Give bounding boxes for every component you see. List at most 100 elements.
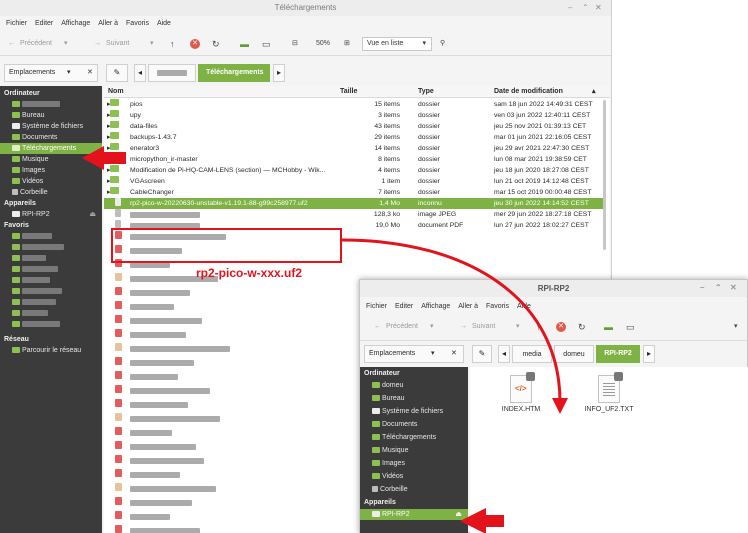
menu-bookmarks[interactable]: Favoris bbox=[486, 300, 509, 314]
sidebar-item-rpi-rp2[interactable]: RPI-RP2 ⏏ bbox=[360, 509, 468, 520]
computer-icon[interactable]: ▭ bbox=[626, 321, 635, 333]
sidebar-item-favorite[interactable] bbox=[0, 319, 102, 330]
breadcrumb-hidden[interactable] bbox=[148, 64, 196, 82]
back-dropdown-icon[interactable]: ▾ bbox=[430, 321, 434, 333]
sidebar-item-favorite[interactable] bbox=[0, 275, 102, 286]
sidebar-item-documents[interactable]: Documents bbox=[0, 132, 102, 143]
sidebar-item-browse-network[interactable]: Parcourir le réseau bbox=[0, 345, 102, 356]
home-folder-icon[interactable]: ▬ bbox=[240, 38, 249, 50]
sidebar-item-rpi-rp2[interactable]: RPI-RP2 ⏏ bbox=[0, 209, 102, 220]
view-mode-select[interactable]: Vue en liste ▾ bbox=[362, 37, 432, 51]
breadcrumb-media[interactable]: media bbox=[512, 345, 552, 363]
breadcrumb-domeu[interactable]: domeu bbox=[554, 345, 594, 363]
sidebar-item-favorite[interactable] bbox=[0, 308, 102, 319]
close-icon[interactable]: ✕ bbox=[595, 3, 602, 13]
chevron-down-icon[interactable]: ▾ bbox=[734, 321, 738, 333]
sidebar-item-favorite[interactable] bbox=[0, 297, 102, 308]
sidebar-item-trash[interactable]: Corbeille bbox=[360, 483, 468, 496]
sidebar-item-filesystem[interactable]: Système de fichiers bbox=[360, 405, 468, 418]
sidebar-item-desktop[interactable]: Bureau bbox=[360, 392, 468, 405]
sidebar-item-downloads[interactable]: Téléchargements bbox=[360, 431, 468, 444]
breadcrumb-rpi-rp2[interactable]: RPI-RP2 bbox=[596, 345, 640, 363]
breadcrumb-left-button[interactable]: ◂ bbox=[134, 64, 146, 82]
menu-bookmarks[interactable]: Favoris bbox=[126, 17, 149, 31]
sidebar-item-favorite[interactable] bbox=[0, 264, 102, 275]
forward-dropdown-icon[interactable]: ▾ bbox=[516, 321, 520, 333]
breadcrumb-left-button[interactable]: ◂ bbox=[498, 345, 510, 363]
minimize-icon[interactable]: – bbox=[700, 283, 704, 293]
column-name[interactable]: Nom bbox=[108, 86, 124, 98]
back-dropdown-icon[interactable]: ▾ bbox=[64, 38, 68, 50]
sidebar-item-pictures[interactable]: Images bbox=[360, 457, 468, 470]
breadcrumb-downloads[interactable]: Téléchargements bbox=[198, 64, 270, 82]
edit-path-button[interactable]: ✎ bbox=[106, 64, 128, 82]
search-icon[interactable]: ⚲ bbox=[440, 38, 445, 50]
table-row[interactable]: ▸ Modification de Pi-HQ-CAM-LENS (sectio… bbox=[104, 165, 604, 176]
table-row[interactable]: ▸ CableChanger 7 items dossier mar 15 oct 2… bbox=[104, 187, 604, 198]
file-tile-info-uf2-txt[interactable]: INFO_UF2.TXT bbox=[574, 372, 644, 413]
places-selector[interactable]: Emplacements ▾ ✕ bbox=[4, 64, 98, 82]
menu-edit[interactable]: Editer bbox=[395, 300, 413, 314]
home-folder-icon[interactable]: ▬ bbox=[604, 321, 613, 333]
menu-file[interactable]: Fichier bbox=[6, 17, 27, 31]
sidebar-item-music[interactable]: Musique bbox=[360, 444, 468, 457]
table-row[interactable]: ▸ upy 3 items dossier ven 03 jun 2022 12:40… bbox=[104, 110, 604, 121]
breadcrumb-right-button[interactable]: ▸ bbox=[273, 64, 285, 82]
eject-icon[interactable]: ⏏ bbox=[455, 509, 462, 520]
back-arrow-icon[interactable]: ← bbox=[8, 38, 15, 50]
sidebar-item-videos[interactable]: Vidéos bbox=[360, 470, 468, 483]
table-row[interactable]: ▸ VGAscreen 1 item dossier lun 21 oct 2019 … bbox=[104, 176, 604, 187]
column-date[interactable]: Date de modification bbox=[494, 86, 563, 98]
table-row[interactable]: ▸ data-files 43 items dossier jeu 25 nov 20… bbox=[104, 121, 604, 132]
file-tile-index-htm[interactable]: </> INDEX.HTM bbox=[486, 372, 556, 413]
forward-arrow-icon[interactable]: → bbox=[460, 321, 467, 333]
stop-icon[interactable]: ✕ bbox=[556, 321, 566, 333]
table-row[interactable]: ▸ micropython_ir-master 8 items dossier lun… bbox=[104, 154, 604, 165]
back-button[interactable]: Précédent bbox=[386, 321, 418, 333]
table-row[interactable]: ▸ enerator3 14 items dossier jeu 29 avr 202… bbox=[104, 143, 604, 154]
close-sidebar-icon[interactable]: ✕ bbox=[451, 346, 457, 362]
back-arrow-icon[interactable]: ← bbox=[374, 321, 381, 333]
file-list-scrollbar[interactable] bbox=[603, 100, 606, 250]
back-button[interactable]: Précédent bbox=[20, 38, 52, 50]
menu-help[interactable]: Aide bbox=[517, 300, 531, 314]
sidebar-item-home[interactable] bbox=[0, 99, 102, 110]
sidebar-item-documents[interactable]: Documents bbox=[360, 418, 468, 431]
edit-path-button[interactable]: ✎ bbox=[472, 345, 492, 363]
sidebar-item-favorite[interactable] bbox=[0, 253, 102, 264]
menu-file[interactable]: Fichier bbox=[366, 300, 387, 314]
places-selector[interactable]: Emplacements ▾ ✕ bbox=[364, 345, 464, 363]
sidebar-item-downloads[interactable]: Téléchargements bbox=[0, 143, 102, 154]
close-icon[interactable]: ✕ bbox=[730, 283, 737, 293]
column-size[interactable]: Taille bbox=[340, 86, 357, 98]
table-row[interactable]: 128,3 ko image JPEG mer 29 jun 2022 18:27:… bbox=[104, 209, 604, 220]
table-row[interactable]: rp2-pico-w-20220630-unstable-v1.19.1-88-… bbox=[104, 198, 604, 209]
maximize-icon[interactable]: ⌃ bbox=[582, 3, 589, 13]
sidebar-item-favorite[interactable] bbox=[0, 231, 102, 242]
sidebar-item-pictures[interactable]: Images bbox=[0, 165, 102, 176]
forward-dropdown-icon[interactable]: ▾ bbox=[150, 38, 154, 50]
sidebar-item-favorite[interactable] bbox=[0, 286, 102, 297]
sidebar-item-favorite[interactable] bbox=[0, 242, 102, 253]
sidebar-item-music[interactable]: Musique bbox=[0, 154, 102, 165]
sidebar-item-videos[interactable]: Vidéos bbox=[0, 176, 102, 187]
forward-button[interactable]: Suivant bbox=[106, 38, 129, 50]
stop-icon[interactable]: ✕ bbox=[190, 38, 200, 50]
table-row[interactable]: ▸ pios 15 items dossier sam 18 jun 2022 14:… bbox=[104, 99, 604, 110]
menu-help[interactable]: Aide bbox=[157, 17, 171, 31]
sidebar-item-home[interactable]: domeu bbox=[360, 379, 468, 392]
up-arrow-icon[interactable]: ↑ bbox=[536, 321, 541, 333]
zoom-in-icon[interactable]: ⊞ bbox=[344, 38, 350, 50]
menu-go[interactable]: Aller à bbox=[98, 17, 118, 31]
sidebar-item-trash[interactable]: Corbeille bbox=[0, 187, 102, 198]
forward-button[interactable]: Suivant bbox=[472, 321, 495, 333]
menu-go[interactable]: Aller à bbox=[458, 300, 478, 314]
table-row[interactable]: ▸ backups-1.43.7 29 items dossier mar 01 ju… bbox=[104, 132, 604, 143]
menu-view[interactable]: Affichage bbox=[421, 300, 450, 314]
minimize-icon[interactable]: – bbox=[568, 3, 572, 13]
forward-arrow-icon[interactable]: → bbox=[94, 38, 101, 50]
breadcrumb-right-button[interactable]: ▸ bbox=[643, 345, 655, 363]
close-sidebar-icon[interactable]: ✕ bbox=[87, 65, 93, 81]
eject-icon[interactable]: ⏏ bbox=[89, 209, 96, 220]
reload-icon[interactable]: ↻ bbox=[212, 38, 220, 50]
